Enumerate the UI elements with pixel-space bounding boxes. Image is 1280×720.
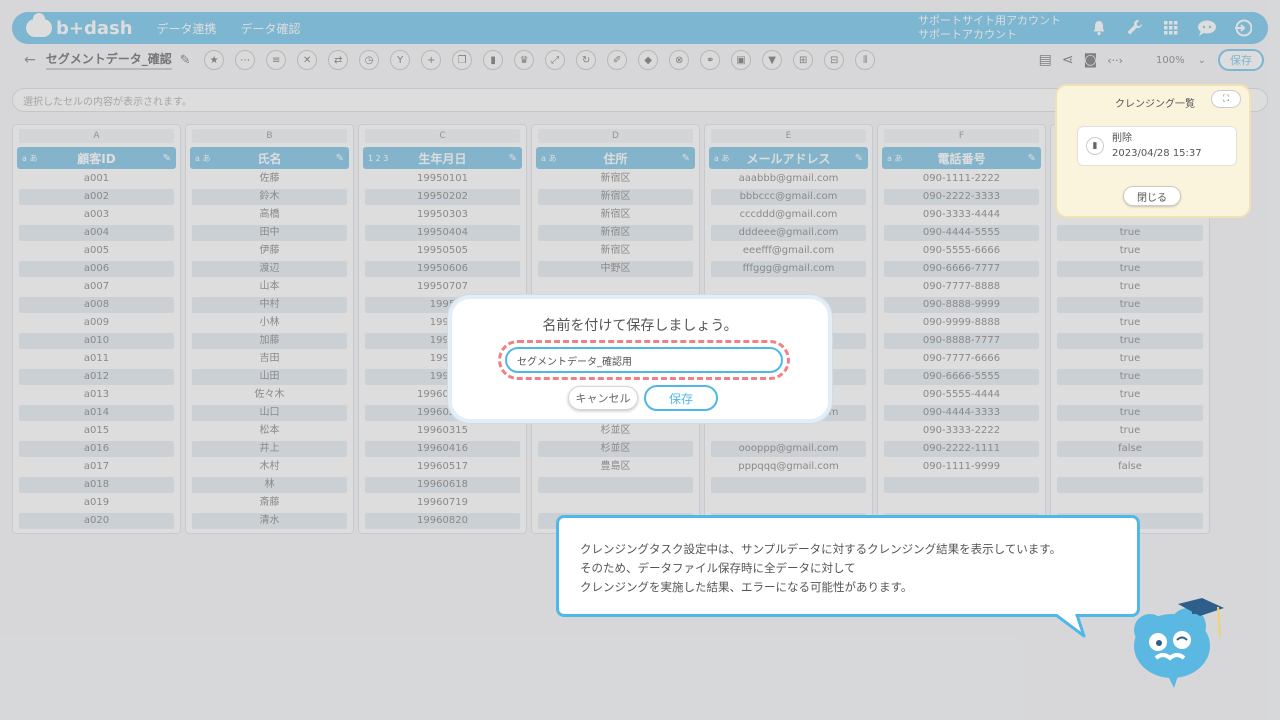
bubble-line-1: クレンジングタスク設定中は、サンプルデータに対するクレンジング結果を表示していま… [580, 542, 1062, 556]
close-panel-button[interactable]: 閉じる [1123, 186, 1181, 206]
expand-icon[interactable]: ⛶ [1211, 90, 1241, 108]
mascot-icon [1134, 598, 1224, 688]
cleansing-item-label: 削除 [1112, 133, 1132, 144]
cleansing-panel-title: クレンジング一覧 [1115, 99, 1195, 110]
trash-icon[interactable]: ▮ [1086, 137, 1104, 155]
dialog-title: 名前を付けて保存しましょう。 [542, 318, 738, 334]
dialog-save-button[interactable]: 保存 [644, 385, 718, 411]
tooltip-bubble: クレンジングタスク設定中は、サンプルデータに対するクレンジング結果を表示していま… [556, 515, 1140, 617]
cleansing-list-panel: クレンジング一覧 ⛶ ▮ 削除 2023/04/28 15:37 閉じる [1055, 84, 1251, 218]
bubble-line-3: クレンジングを実施した結果、エラーになる可能性があります。 [580, 580, 913, 594]
input-highlight [498, 340, 790, 380]
save-dialog: 名前を付けて保存しましょう。 キャンセル 保存 [448, 295, 832, 423]
cleansing-item[interactable]: ▮ 削除 2023/04/28 15:37 [1077, 126, 1237, 166]
filename-input[interactable] [505, 347, 783, 373]
bubble-line-2: そのため、データファイル保存時に全データに対して [580, 561, 856, 575]
cleansing-item-date: 2023/04/28 15:37 [1112, 148, 1202, 159]
bubble-tail [1050, 612, 1086, 638]
cancel-button[interactable]: キャンセル [568, 386, 638, 410]
